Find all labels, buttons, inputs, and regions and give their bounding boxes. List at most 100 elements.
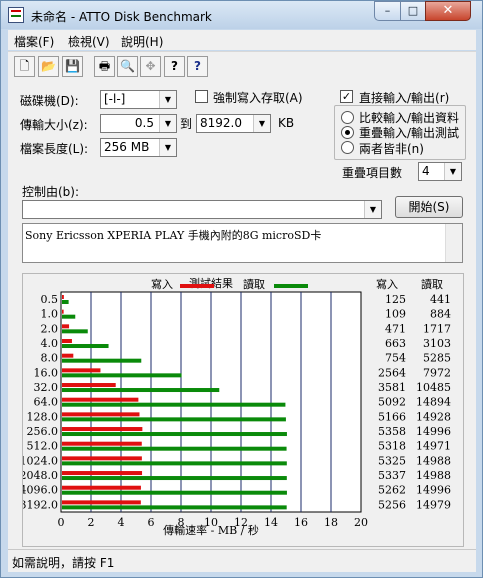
help-icon[interactable]: ? xyxy=(164,56,185,77)
write-bar xyxy=(62,324,70,329)
menu-file[interactable]: 檔案(F) xyxy=(14,33,54,50)
chevron-down-icon[interactable]: ▼ xyxy=(159,139,176,156)
write-value: 471 xyxy=(385,322,406,335)
write-bar xyxy=(62,471,143,476)
status-text: 如需說明，請按 F1 xyxy=(12,556,115,570)
transfer-from-select[interactable]: 0.5 ▼ xyxy=(100,114,177,133)
x-axis-label: 傳輸速率 - MB / 秒 xyxy=(163,523,259,537)
transfer-to-select[interactable]: 8192.0 ▼ xyxy=(196,114,271,133)
save-icon[interactable]: 💾 xyxy=(62,56,83,77)
read-bar xyxy=(62,476,287,481)
x-tick-label: 18 xyxy=(324,516,338,529)
mode-label-overlap: 重疊輸入/輸出測試 xyxy=(359,126,460,140)
menu-help[interactable]: 說明(H) xyxy=(121,33,163,50)
queue-depth-select[interactable]: 4 ▼ xyxy=(418,162,462,181)
read-value: 14979 xyxy=(416,498,451,511)
legend-write-swatch xyxy=(180,284,214,288)
chevron-down-icon[interactable]: ▼ xyxy=(444,163,461,180)
app-window: 未命名 - ATTO Disk Benchmark – □ ✕ 檔案(F) 檢視… xyxy=(0,0,483,578)
description-textarea[interactable]: Sony Ericsson XPERIA PLAY 手機內附的8G microS… xyxy=(22,223,463,263)
drive-label: 磁碟機(D): xyxy=(20,94,79,108)
write-bar xyxy=(62,397,139,402)
open-folder-icon[interactable]: 📂 xyxy=(38,56,59,77)
write-bar xyxy=(62,500,141,505)
print-icon[interactable]: 🖶 xyxy=(94,56,115,77)
read-bar xyxy=(62,300,69,304)
start-button[interactable]: 開始(S) xyxy=(395,196,463,218)
force-write-label: 強制寫入存取(A) xyxy=(213,91,303,105)
direct-io-checkbox[interactable]: ✓ xyxy=(340,90,353,103)
chevron-down-icon[interactable]: ▼ xyxy=(364,201,381,218)
transfer-size-tick: 0.5 xyxy=(41,293,59,306)
read-bar xyxy=(62,344,109,349)
transfer-size-tick: 4096.0 xyxy=(23,484,58,497)
write-value: 663 xyxy=(385,337,406,350)
chevron-down-icon[interactable]: ▼ xyxy=(159,91,176,108)
x-tick-label: 20 xyxy=(354,516,368,529)
close-button[interactable]: ✕ xyxy=(425,1,471,21)
read-bar xyxy=(62,373,182,378)
chevron-down-icon[interactable]: ▼ xyxy=(159,115,176,132)
queue-depth-value: 4 xyxy=(422,164,430,178)
x-tick-label: 2 xyxy=(88,516,95,529)
write-bar xyxy=(62,412,140,417)
write-value: 5256 xyxy=(378,498,406,511)
read-bar xyxy=(62,314,76,319)
read-value: 14894 xyxy=(416,396,451,409)
controlled-by-label: 控制由(b): xyxy=(22,185,80,199)
description-scrollbar[interactable] xyxy=(445,224,462,262)
transfer-size-tick: 64.0 xyxy=(34,396,59,409)
read-value: 14971 xyxy=(416,440,451,453)
col-header-write: 寫入 xyxy=(376,277,398,291)
mode-radio-neither[interactable] xyxy=(341,141,354,154)
controlled-by-select[interactable]: ▼ xyxy=(22,200,382,219)
mode-radio-overlap[interactable] xyxy=(341,126,354,139)
maximize-button[interactable]: □ xyxy=(400,1,426,21)
write-value: 754 xyxy=(385,352,406,365)
x-tick-label: 6 xyxy=(148,516,155,529)
read-value: 1717 xyxy=(423,322,451,335)
menu-bar: 檔案(F) 檢視(V) 說明(H) xyxy=(8,30,476,50)
mode-radio-compare[interactable] xyxy=(341,111,354,124)
x-tick-label: 14 xyxy=(264,516,278,529)
transfer-from-value: 0.5 xyxy=(134,116,154,130)
menu-view[interactable]: 檢視(V) xyxy=(68,33,110,50)
x-tick-label: 16 xyxy=(294,516,308,529)
read-value: 3103 xyxy=(423,337,451,350)
drive-select[interactable]: [-l-] ▼ xyxy=(100,90,177,109)
atto-app-icon[interactable] xyxy=(8,7,24,23)
print-preview-icon[interactable]: 🔍 xyxy=(117,56,138,77)
force-write-checkbox[interactable] xyxy=(195,90,208,103)
write-value: 5262 xyxy=(378,484,406,497)
write-value: 5318 xyxy=(378,440,406,453)
read-value: 884 xyxy=(430,308,451,321)
window-title: 未命名 - ATTO Disk Benchmark xyxy=(31,10,212,24)
context-help-icon[interactable]: ? xyxy=(187,56,208,77)
chevron-down-icon[interactable]: ▼ xyxy=(253,115,270,132)
transfer-size-tick: 16.0 xyxy=(34,366,59,379)
write-bar xyxy=(62,441,142,446)
write-bar xyxy=(62,427,143,432)
write-bar xyxy=(62,485,141,490)
transfer-size-tick: 3192.0 xyxy=(23,498,58,511)
transfer-size-tick: 4.0 xyxy=(41,337,59,350)
read-value: 5285 xyxy=(423,352,451,365)
mode-label-neither: 兩者皆非(n) xyxy=(359,142,424,156)
read-bar xyxy=(62,329,88,334)
col-header-read: 讀取 xyxy=(421,277,443,291)
settings-panel: 磁碟機(D): [-l-] ▼ 強制寫入存取(A) 傳輸大小(z): 0.5 ▼… xyxy=(8,80,476,549)
write-bar xyxy=(62,368,101,373)
minimize-button[interactable]: – xyxy=(374,1,401,21)
title-bar[interactable]: 未命名 - ATTO Disk Benchmark – □ ✕ xyxy=(1,1,482,29)
new-file-icon[interactable]: 🗋 xyxy=(14,56,35,77)
write-value: 2564 xyxy=(378,366,406,379)
write-value: 3581 xyxy=(378,381,406,394)
write-bar xyxy=(62,339,72,344)
write-bar xyxy=(62,353,74,358)
direct-io-label: 直接輸入/輸出(r) xyxy=(359,91,450,105)
x-tick-label: 0 xyxy=(58,516,65,529)
benchmark-chart: 0.5 1.02.0 4.0 8.016.0 32.0 64.0128.0 256.0 512… xyxy=(20,276,452,537)
move-icon[interactable]: ✥ xyxy=(140,56,161,77)
file-length-select[interactable]: 256 MB ▼ xyxy=(100,138,177,157)
transfer-size-label: 傳輸大小(z): xyxy=(20,118,88,132)
